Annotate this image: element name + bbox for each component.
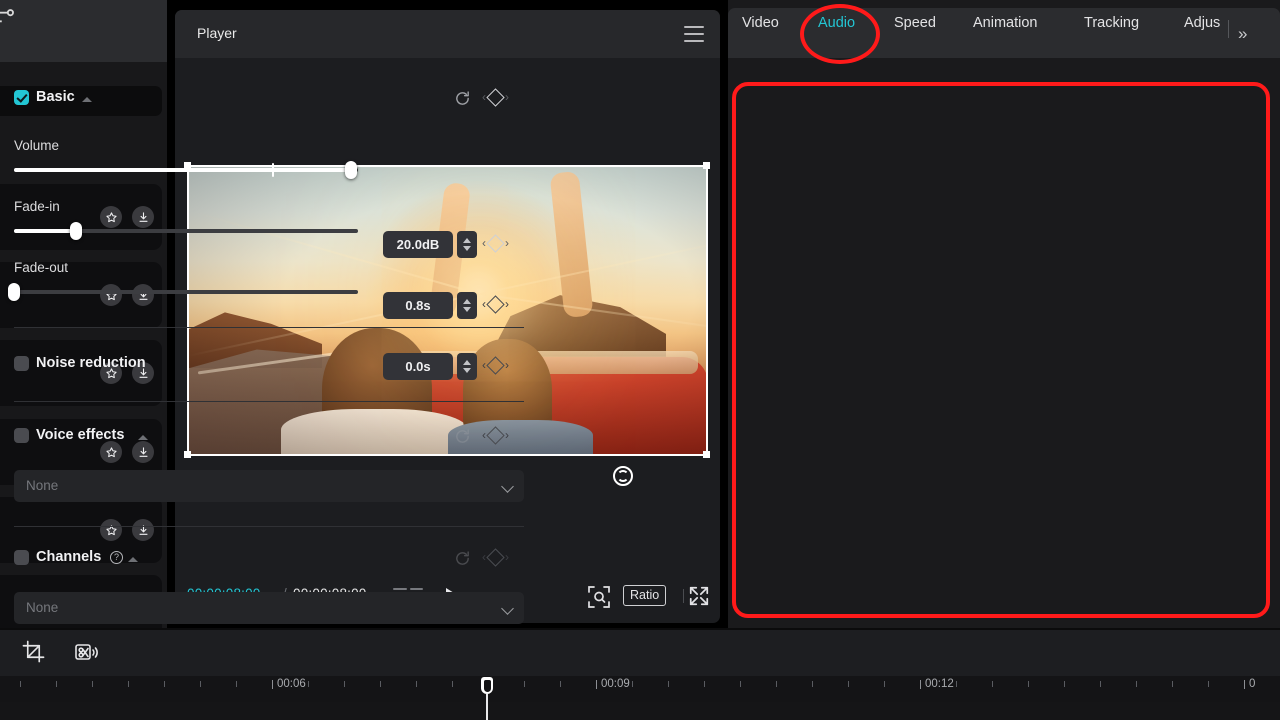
player-title: Player: [197, 25, 237, 41]
playhead-icon[interactable]: [481, 677, 493, 694]
keyframe-next-icon[interactable]: ›: [505, 236, 509, 250]
fade-out-slider-thumb[interactable]: [8, 283, 20, 301]
section-noise-reduction-title: Noise reduction: [36, 355, 146, 371]
section-voice-effects-title: Voice effects: [36, 427, 125, 443]
ruler-label: 0: [1249, 678, 1256, 690]
timeline-ruler[interactable]: 00:06 00:09 00:12 0: [0, 676, 1280, 702]
fade-in-slider-thumb[interactable]: [69, 222, 82, 240]
resize-handle-br[interactable]: [703, 451, 710, 458]
tab-tracking[interactable]: Tracking: [1084, 15, 1139, 31]
channels-selected-value: None: [26, 600, 59, 615]
resize-handle-tr[interactable]: [703, 162, 710, 169]
reset-icon[interactable]: [454, 90, 471, 107]
keyframe-marker-icon[interactable]: [486, 87, 505, 107]
tab-video[interactable]: Video: [742, 15, 779, 31]
volume-stepper[interactable]: [457, 231, 477, 258]
timeline-area: Pro: [0, 628, 1280, 720]
reset-icon[interactable]: [454, 428, 471, 445]
filter-sliders-icon[interactable]: [0, 4, 18, 26]
selection-edge-right: [706, 165, 708, 456]
chevron-double-right-icon[interactable]: »: [1238, 24, 1247, 44]
red-rounded-rect-annotation: [732, 82, 1270, 618]
volume-slider-fill: [14, 168, 352, 172]
tab-speed[interactable]: Speed: [894, 15, 936, 31]
caret-up-icon[interactable]: [138, 435, 148, 440]
volume-slider-thumb[interactable]: [345, 161, 358, 179]
chevron-down-icon[interactable]: [501, 480, 514, 493]
section-channels-header: Channels ? ‹ ›: [0, 547, 552, 570]
hamburger-menu-icon[interactable]: [684, 26, 704, 42]
ruler-label: 00:06: [277, 678, 306, 690]
ruler-label: 00:12: [925, 678, 954, 690]
keyframe-marker-icon[interactable]: [486, 547, 505, 567]
divider: [14, 526, 524, 527]
keyframe-next-icon[interactable]: ›: [505, 90, 509, 104]
channels-dropdown[interactable]: None: [14, 592, 524, 624]
caret-up-icon[interactable]: [128, 557, 138, 562]
section-channels-title: Channels: [36, 549, 102, 565]
keyframe-next-icon[interactable]: ›: [505, 428, 509, 442]
help-circle-icon[interactable]: ?: [110, 551, 123, 564]
volume-value-input[interactable]: 20.0dB: [383, 231, 453, 258]
chevron-down-icon[interactable]: [501, 602, 514, 615]
crop-icon[interactable]: [22, 640, 45, 663]
keyframe-marker-icon[interactable]: [486, 233, 505, 253]
section-voice-effects-header: Voice effects ‹ ›: [0, 425, 552, 448]
keyframe-next-icon[interactable]: ›: [505, 297, 509, 311]
playhead-line: [486, 694, 488, 720]
noise-reduction-checkbox[interactable]: [14, 356, 29, 371]
tabbar-divider: [1228, 20, 1229, 38]
fade-out-slider[interactable]: [8, 283, 358, 301]
caret-up-icon[interactable]: [82, 97, 92, 102]
tab-animation[interactable]: Animation: [973, 15, 1037, 31]
sidebar-header: ment: [0, 0, 167, 62]
player-titlebar: Player: [175, 10, 720, 58]
keyframe-marker-icon[interactable]: [486, 294, 505, 314]
fade-in-slider-fill: [14, 229, 76, 233]
ruler-label: 00:09: [601, 678, 630, 690]
fade-in-slider[interactable]: [14, 222, 358, 240]
detach-audio-icon[interactable]: [72, 638, 104, 666]
timeline-tracks[interactable]: [0, 702, 1280, 720]
divider: [14, 401, 524, 402]
divider: [14, 327, 524, 328]
section-noise-reduction-header: Noise reduction: [0, 355, 552, 376]
red-ellipse-annotation: [800, 4, 880, 64]
keyframe-diamond-icon[interactable]: ‹ ›: [482, 87, 509, 107]
audio-properties: Basic ‹ › Volume 20.0dB ‹ › Fade-in 0.8s…: [0, 74, 552, 628]
fade-in-keyframe-icon[interactable]: ‹ ›: [482, 294, 509, 314]
timeline-toolbar: [0, 630, 1280, 676]
rotate-handle-icon[interactable]: [613, 466, 633, 486]
ratio-button[interactable]: Ratio: [623, 585, 667, 606]
section-basic-header: Basic ‹ ›: [0, 87, 552, 110]
channels-checkbox[interactable]: [14, 550, 29, 565]
fade-in-label: Fade-in: [14, 199, 60, 214]
volume-slider[interactable]: [14, 161, 358, 179]
keyframe-marker-icon[interactable]: [486, 425, 505, 445]
fade-out-label: Fade-out: [14, 260, 69, 275]
editor-window: ment: [0, 0, 1280, 720]
channels-keyframe-icon[interactable]: ‹ ›: [482, 547, 509, 567]
reset-icon[interactable]: [454, 550, 471, 567]
fullscreen-icon[interactable]: [688, 585, 710, 607]
voice-effects-keyframe-icon[interactable]: ‹ ›: [482, 425, 509, 445]
section-basic-title: Basic: [36, 89, 75, 105]
volume-keyframe-icon[interactable]: ‹ ›: [482, 233, 509, 253]
controls-divider: [683, 589, 684, 603]
voice-effects-selected-value: None: [26, 478, 59, 493]
voice-effects-dropdown[interactable]: None: [14, 470, 524, 502]
fade-in-value-input[interactable]: 0.8s: [383, 292, 453, 319]
zoom-fit-icon[interactable]: [587, 585, 611, 608]
keyframe-next-icon[interactable]: ›: [505, 550, 509, 564]
fade-in-stepper[interactable]: [457, 292, 477, 319]
voice-effects-checkbox[interactable]: [14, 428, 29, 443]
basic-checkbox[interactable]: [14, 90, 29, 105]
tab-adjustment[interactable]: Adjus: [1184, 15, 1220, 31]
volume-label: Volume: [14, 138, 60, 153]
volume-default-tick: [272, 163, 274, 177]
